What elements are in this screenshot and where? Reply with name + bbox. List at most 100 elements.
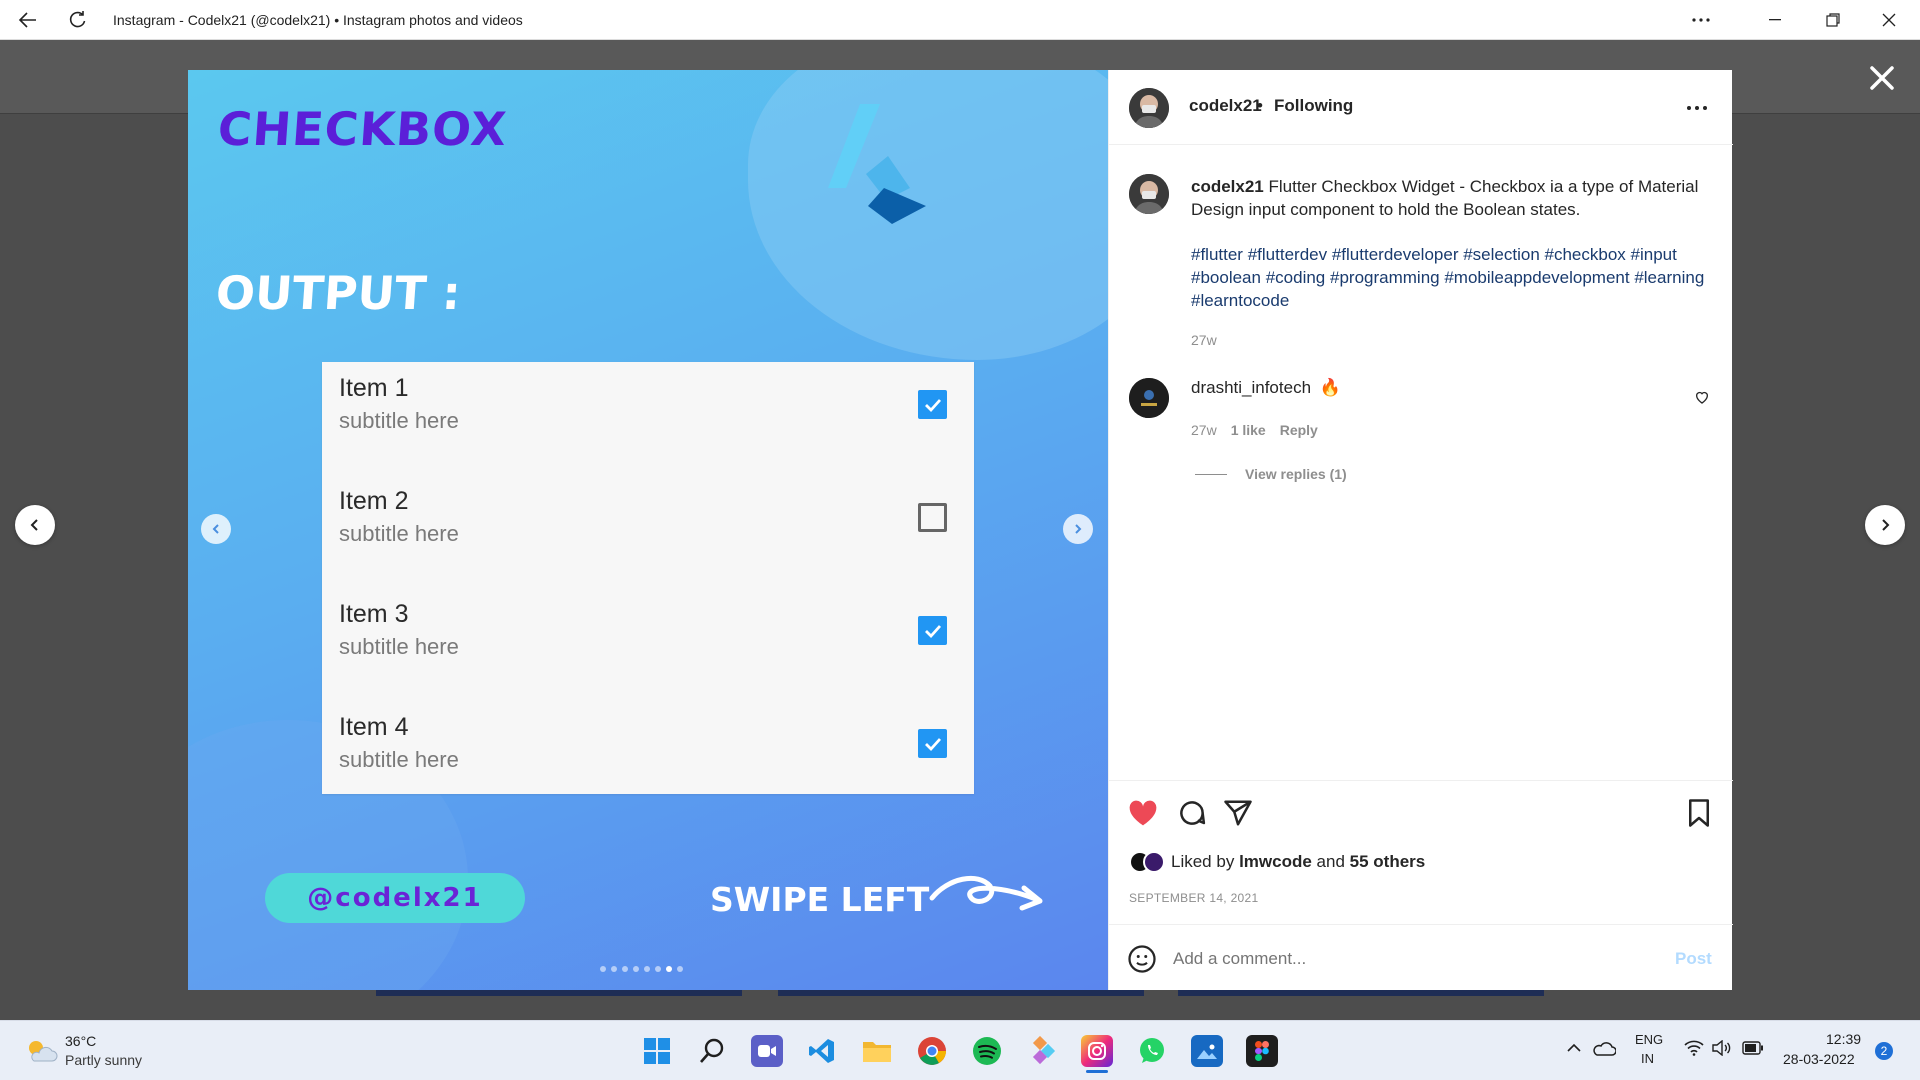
app-diamond-icon[interactable] — [1026, 1035, 1058, 1067]
hashtag-link[interactable]: #flutterdeveloper — [1332, 245, 1459, 264]
photos-icon[interactable] — [1191, 1035, 1223, 1067]
avatar[interactable] — [1129, 378, 1169, 418]
teams-chat-icon[interactable] — [751, 1035, 783, 1067]
refresh-icon[interactable] — [60, 0, 96, 40]
hashtag-link[interactable]: #mobileappdevelopment — [1444, 268, 1629, 287]
hashtag-link[interactable]: #flutterdev — [1248, 245, 1327, 264]
hashtag-link[interactable]: #coding — [1266, 268, 1326, 287]
hashtag-link[interactable]: #learntocode — [1191, 291, 1289, 310]
comment: drashti_infotech 🔥 — [1191, 378, 1341, 398]
caption-age: 27w — [1191, 332, 1217, 348]
figma-icon[interactable] — [1246, 1035, 1278, 1067]
slide-dot — [644, 966, 650, 972]
search-icon[interactable] — [696, 1035, 728, 1067]
heart-filled-icon[interactable] — [1127, 797, 1159, 827]
input-language[interactable]: ENG — [1635, 1032, 1663, 1047]
weather-temperature[interactable]: 36°C — [65, 1033, 96, 1049]
next-post-button[interactable] — [1865, 505, 1905, 545]
slide-dot — [600, 966, 606, 972]
hashtag-link[interactable]: #selection — [1463, 245, 1540, 264]
more-options-icon[interactable] — [1686, 0, 1716, 40]
battery-icon[interactable] — [1742, 1041, 1764, 1055]
weather-condition[interactable]: Partly sunny — [65, 1052, 142, 1068]
liked-by-user[interactable]: lmwcode — [1239, 852, 1312, 871]
input-region[interactable]: IN — [1641, 1051, 1654, 1066]
comment-likes[interactable]: 1 like — [1231, 422, 1266, 438]
spotify-icon[interactable] — [971, 1035, 1003, 1067]
view-replies-button[interactable]: View replies (1) — [1245, 466, 1347, 482]
fire-emoji: 🔥 — [1319, 378, 1341, 397]
replies-divider — [1195, 474, 1227, 475]
close-modal-icon[interactable] — [1862, 58, 1902, 98]
slide-dot — [655, 966, 661, 972]
minimize-icon[interactable] — [1760, 0, 1790, 40]
hashtag-link[interactable]: #flutter — [1191, 245, 1243, 264]
item-subtitle: subtitle here — [339, 521, 459, 546]
instagram-app-icon[interactable] — [1081, 1035, 1113, 1067]
item-subtitle: subtitle here — [339, 634, 459, 659]
post-username[interactable]: codelx21 — [1189, 96, 1262, 116]
previous-post-button[interactable] — [15, 505, 55, 545]
more-options-icon[interactable] — [1686, 105, 1708, 111]
slide-dot — [633, 966, 639, 972]
clock-date[interactable]: 28-03-2022 — [1783, 1051, 1855, 1067]
avatar[interactable] — [1129, 88, 1169, 128]
share-icon[interactable] — [1223, 798, 1253, 828]
item-subtitle: subtitle here — [339, 747, 459, 772]
onedrive-icon[interactable] — [1592, 1040, 1616, 1056]
likes-prefix: Liked by — [1171, 852, 1235, 871]
post-media[interactable]: CHECKBOX OUTPUT : Item 1 subtitle here I… — [188, 70, 1108, 990]
hashtag-link[interactable]: #programming — [1330, 268, 1440, 287]
chevron-right-icon — [1075, 524, 1082, 534]
liker-avatar — [1143, 851, 1165, 873]
chevron-up-icon[interactable] — [1566, 1043, 1582, 1053]
comment-age: 27w — [1191, 422, 1217, 438]
swipe-arrow-icon — [929, 875, 1043, 911]
checkbox-checked — [918, 390, 947, 419]
media-next-button[interactable] — [1063, 514, 1093, 544]
file-explorer-icon[interactable] — [861, 1035, 893, 1067]
heart-outline-icon[interactable] — [1694, 389, 1710, 405]
chrome-icon[interactable] — [916, 1035, 948, 1067]
hashtag-link[interactable]: #learning — [1634, 268, 1704, 287]
post-comment-button[interactable]: Post — [1675, 949, 1712, 969]
media-previous-button[interactable] — [201, 514, 231, 544]
following-button[interactable]: Following — [1274, 96, 1353, 116]
clock-time[interactable]: 12:39 — [1826, 1031, 1861, 1047]
restore-icon[interactable] — [1818, 0, 1848, 40]
handle-badge: @codelx21 — [265, 873, 525, 923]
weather-partly-sunny-icon[interactable] — [24, 1037, 58, 1065]
slide-indicator — [600, 966, 683, 972]
chevron-right-icon — [1882, 519, 1890, 531]
liked-by-others[interactable]: 55 others — [1350, 852, 1426, 871]
wifi-icon[interactable] — [1684, 1040, 1704, 1056]
avatar[interactable] — [1129, 174, 1169, 214]
notification-badge[interactable]: 2 — [1875, 1042, 1893, 1060]
comment-username[interactable]: drashti_infotech — [1191, 378, 1311, 397]
comment-icon[interactable] — [1177, 798, 1207, 828]
post-modal: CHECKBOX OUTPUT : Item 1 subtitle here I… — [188, 70, 1733, 990]
bookmark-icon[interactable] — [1685, 798, 1713, 828]
hashtag-link[interactable]: #boolean — [1191, 268, 1261, 287]
windows-start-icon[interactable] — [641, 1035, 673, 1067]
reply-button[interactable]: Reply — [1280, 422, 1318, 438]
checkbox-checked — [918, 616, 947, 645]
close-window-icon[interactable] — [1874, 0, 1904, 40]
volume-icon[interactable] — [1712, 1040, 1732, 1056]
post-details-panel: codelx21 • Following codelx21 Flutter Ch… — [1108, 70, 1733, 990]
checkbox-unchecked — [918, 503, 947, 532]
caption-username[interactable]: codelx21 — [1191, 177, 1264, 196]
list-item: Item 3 subtitle here — [322, 588, 974, 701]
vscode-icon[interactable] — [806, 1035, 838, 1067]
back-arrow-icon[interactable] — [10, 0, 46, 40]
hashtag-link[interactable]: #input — [1631, 245, 1677, 264]
media-heading: CHECKBOX — [216, 102, 509, 156]
slide-dot — [677, 966, 683, 972]
post-header: codelx21 • Following — [1109, 70, 1733, 145]
emoji-icon[interactable] — [1127, 944, 1157, 974]
comment-input[interactable] — [1173, 945, 1643, 973]
whatsapp-icon[interactable] — [1136, 1035, 1168, 1067]
swipe-left-text: SWIPE LEFT — [710, 880, 930, 919]
hashtag-link[interactable]: #checkbox — [1545, 245, 1626, 264]
item-title: Item 1 — [339, 374, 409, 402]
